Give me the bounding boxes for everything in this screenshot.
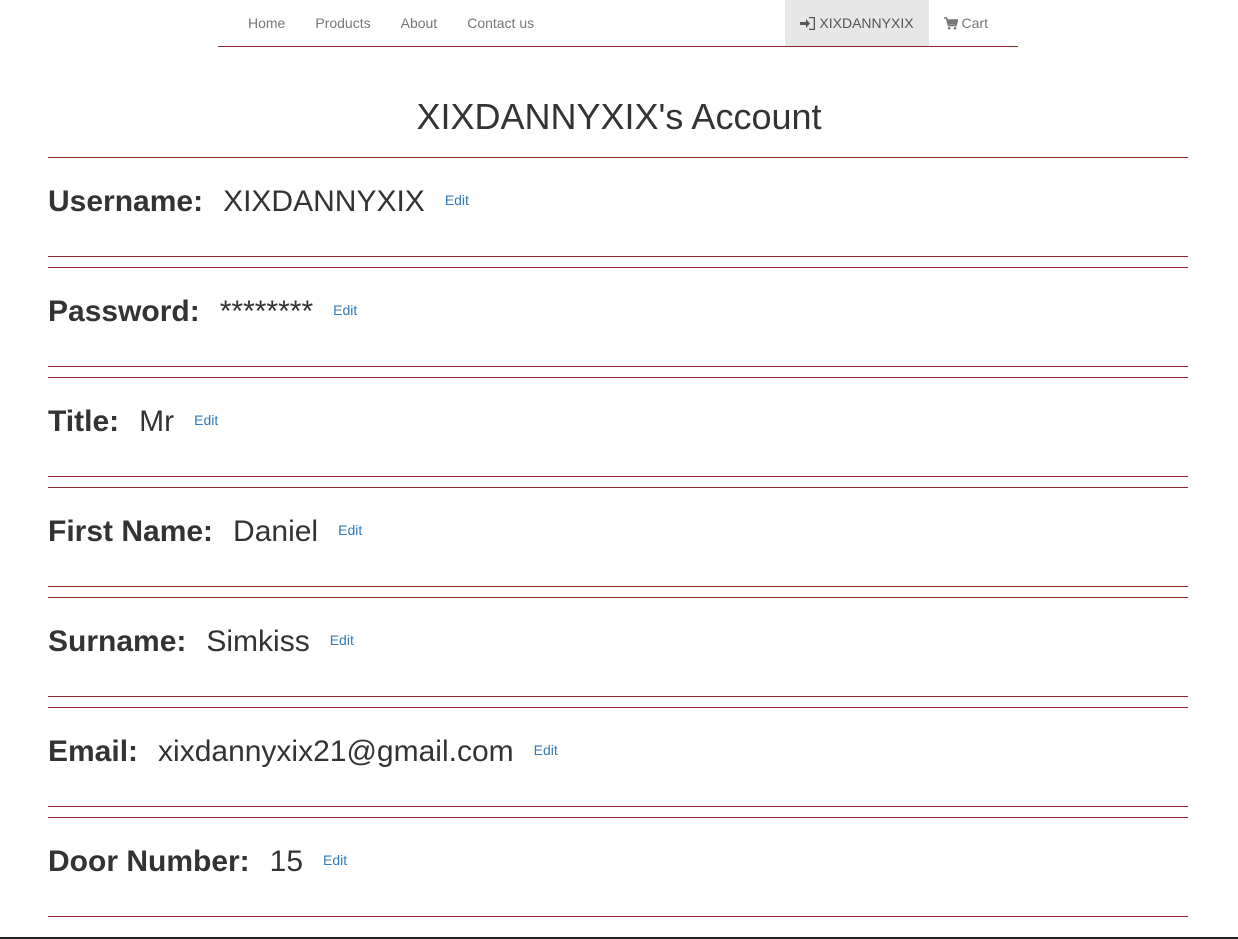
field-email: Email: xixdannyxix21@gmail.com Edit xyxy=(48,707,1188,807)
sign-in-icon xyxy=(800,16,816,30)
field-label: Surname: xyxy=(48,625,187,658)
field-value: ******** xyxy=(219,295,314,328)
nav-account-label: XIXDANNYXIX xyxy=(819,15,914,31)
field-value: Daniel xyxy=(233,515,319,548)
edit-password-link[interactable]: Edit xyxy=(333,302,357,318)
nav-about-link[interactable]: About xyxy=(386,0,453,46)
field-label: Email: xyxy=(48,735,139,768)
nav-cart-label: Cart xyxy=(961,15,988,31)
field-label: Door Number: xyxy=(48,845,250,878)
nav-home-link[interactable]: Home xyxy=(233,0,300,46)
nav-cart-link[interactable]: Cart xyxy=(929,0,1003,46)
field-value: Simkiss xyxy=(206,625,310,658)
top-navbar: Home Products About Contact us XIXDANNYX… xyxy=(218,0,1018,47)
edit-surname-link[interactable]: Edit xyxy=(330,632,354,648)
edit-title-link[interactable]: Edit xyxy=(194,412,218,428)
field-surname: Surname: Simkiss Edit xyxy=(48,597,1188,697)
field-first-name: First Name: Daniel Edit xyxy=(48,487,1188,587)
edit-door-number-link[interactable]: Edit xyxy=(323,852,347,868)
edit-email-link[interactable]: Edit xyxy=(534,742,558,758)
field-value: XIXDANNYXIX xyxy=(223,185,425,218)
field-value: xixdannyxix21@gmail.com xyxy=(158,735,514,768)
nav-contact-link[interactable]: Contact us xyxy=(452,0,549,46)
nav-right-group: XIXDANNYXIX Cart xyxy=(785,0,1003,46)
edit-first-name-link[interactable]: Edit xyxy=(338,522,362,538)
cart-icon xyxy=(943,16,958,29)
field-label: Username: xyxy=(48,185,204,218)
field-value: 15 xyxy=(269,845,304,878)
field-username: Username: XIXDANNYXIX Edit xyxy=(48,157,1188,257)
edit-username-link[interactable]: Edit xyxy=(445,192,469,208)
account-fields: Username: XIXDANNYXIX Edit Password: ***… xyxy=(48,157,1188,927)
nav-products-link[interactable]: Products xyxy=(300,0,385,46)
field-label: Password: xyxy=(48,295,200,328)
field-title: Title: Mr Edit xyxy=(48,377,1188,477)
field-password: Password: ******** Edit xyxy=(48,267,1188,367)
page-title: XIXDANNYXIX's Account xyxy=(416,96,822,137)
field-value: Mr xyxy=(139,405,175,438)
nav-account-link[interactable]: XIXDANNYXIX xyxy=(785,0,929,46)
field-label: Title: xyxy=(48,405,120,438)
field-label: First Name: xyxy=(48,515,214,548)
nav-left-group: Home Products About Contact us xyxy=(233,0,549,46)
field-door-number: Door Number: 15 Edit xyxy=(48,817,1188,917)
